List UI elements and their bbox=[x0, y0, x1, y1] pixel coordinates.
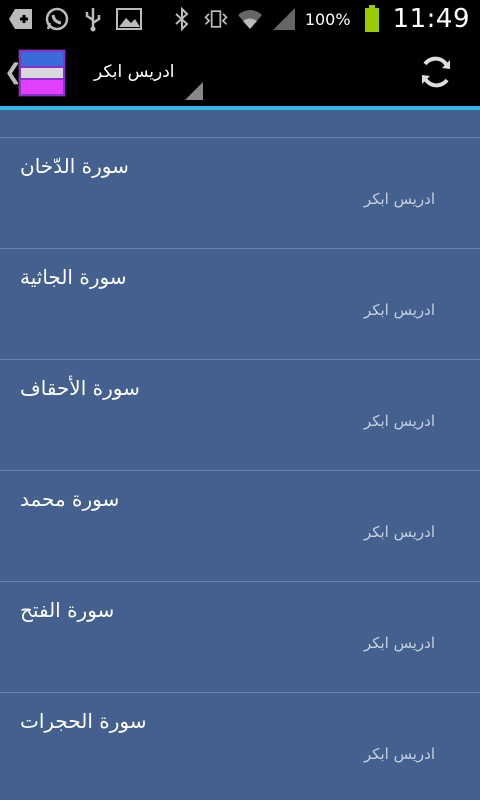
surah-list[interactable]: سورة الدّخان ادريس ابكر سورة الجاثية ادر… bbox=[0, 110, 480, 800]
image-icon bbox=[116, 6, 142, 32]
add-notification-icon bbox=[8, 6, 34, 32]
list-item[interactable]: سورة محمد ادريس ابكر bbox=[0, 471, 480, 581]
action-bar: ❮ ادريس ابكر bbox=[0, 38, 480, 106]
wifi-icon bbox=[237, 6, 263, 32]
clock: 11:49 bbox=[392, 4, 470, 34]
surah-title: سورة الجاثية bbox=[20, 265, 127, 289]
app-logo[interactable] bbox=[18, 49, 66, 97]
surah-title: سورة الفتح bbox=[20, 598, 115, 622]
bluetooth-icon bbox=[169, 6, 195, 32]
refresh-icon bbox=[417, 53, 455, 95]
signal-icon bbox=[271, 6, 297, 32]
reciter-name: ادريس ابكر bbox=[363, 301, 435, 319]
vibrate-icon bbox=[203, 6, 229, 32]
spinner-indicator-icon[interactable] bbox=[185, 82, 203, 100]
reciter-title[interactable]: ادريس ابكر bbox=[94, 62, 175, 82]
battery-icon bbox=[359, 5, 385, 32]
surah-title: سورة الدّخان bbox=[20, 154, 129, 178]
surah-title: سورة الأحقاف bbox=[20, 376, 140, 400]
list-item[interactable]: سورة الأحقاف ادريس ابكر bbox=[0, 360, 480, 470]
list-item[interactable]: سورة الدّخان ادريس ابكر bbox=[0, 138, 480, 248]
status-bar: 100% 11:49 bbox=[0, 0, 480, 38]
system-icons: 100% 11:49 bbox=[169, 4, 470, 34]
list-item[interactable]: سورة الجاثية ادريس ابكر bbox=[0, 249, 480, 359]
surah-title: سورة الحجرات bbox=[20, 709, 147, 733]
whatsapp-icon bbox=[44, 6, 70, 32]
reciter-name: ادريس ابكر bbox=[363, 634, 435, 652]
surah-title: سورة محمد bbox=[20, 487, 120, 511]
notification-icons bbox=[8, 6, 142, 32]
usb-icon bbox=[80, 6, 106, 32]
reciter-name: ادريس ابكر bbox=[363, 523, 435, 541]
battery-percent: 100% bbox=[304, 9, 351, 29]
list-item[interactable]: سورة الحجرات ادريس ابكر bbox=[0, 693, 480, 800]
refresh-button[interactable] bbox=[414, 52, 458, 96]
reciter-name: ادريس ابكر bbox=[363, 190, 435, 208]
list-item[interactable]: سورة الفتح ادريس ابكر bbox=[0, 582, 480, 692]
reciter-name: ادريس ابكر bbox=[363, 412, 435, 430]
reciter-name: ادريس ابكر bbox=[363, 745, 435, 763]
